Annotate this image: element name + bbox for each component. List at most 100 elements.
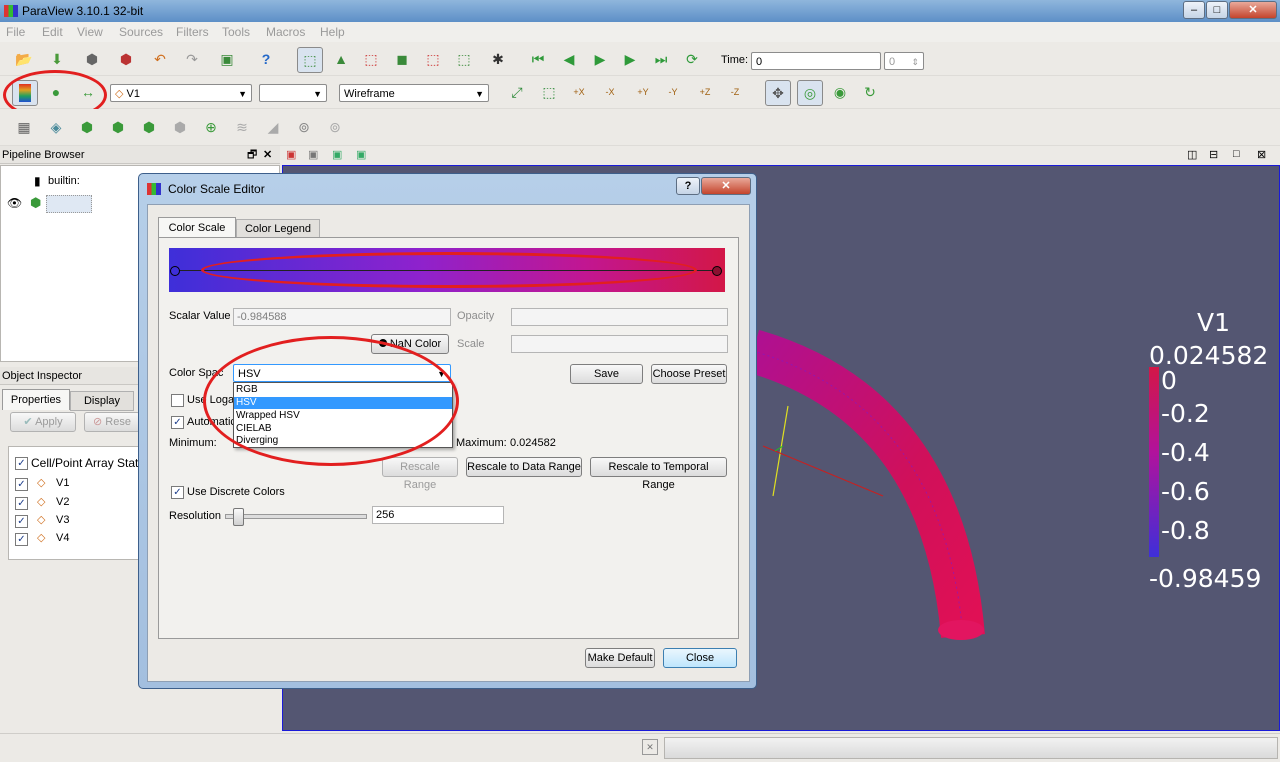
color-gradient-editor[interactable] — [169, 248, 725, 292]
select-cells-icon[interactable]: ⬚ — [359, 47, 383, 71]
array-combo[interactable]: ◇ V1 ▼ — [110, 84, 252, 102]
warp-icon[interactable]: ◢ — [261, 115, 285, 139]
resolution-slider[interactable] — [225, 508, 367, 526]
control-point-min[interactable] — [170, 266, 180, 276]
rescale-data-range-button[interactable]: Rescale to Data Range — [466, 457, 582, 477]
zoom-to-data-icon[interactable]: ⬚ — [537, 80, 561, 104]
array-v3-checkbox[interactable]: ✓ — [15, 515, 28, 528]
calculator-icon[interactable]: ▦ — [12, 115, 36, 139]
automatic-checkbox[interactable]: ✓ — [171, 416, 184, 429]
menu-help[interactable]: Help — [320, 25, 345, 39]
pipeline-item-selected[interactable] — [46, 195, 92, 213]
time-input[interactable]: 0 — [751, 52, 881, 70]
pick-center-icon-2[interactable]: ↻ — [858, 80, 882, 104]
glyph-icon[interactable]: ⊕ — [199, 115, 223, 139]
dialog-close-x-button[interactable]: ✕ — [701, 177, 751, 195]
array-v4-checkbox[interactable]: ✓ — [15, 533, 28, 546]
reset-button[interactable]: ⊘ Rese — [84, 412, 140, 432]
discrete-colors-checkbox[interactable]: ✓ — [171, 486, 184, 499]
connect-icon[interactable]: ⬢ — [80, 47, 104, 71]
disconnect-icon[interactable]: ⬢ — [114, 47, 138, 71]
use-log-checkbox[interactable] — [171, 394, 184, 407]
loop-icon[interactable]: ⟳ — [680, 47, 704, 71]
select-block-icon[interactable]: ⬚ — [452, 47, 476, 71]
menu-view[interactable]: View — [77, 25, 103, 39]
save-data-icon[interactable]: ⬇ — [45, 47, 69, 71]
play-icon[interactable]: ▶ — [588, 47, 612, 71]
menu-tools[interactable]: Tools — [222, 25, 250, 39]
select-surface-icon[interactable]: ◼ — [390, 47, 414, 71]
stream-tracer-icon[interactable]: ≋ — [230, 115, 254, 139]
close-button[interactable]: Close — [663, 648, 737, 668]
eye-icon[interactable]: 👁 — [7, 196, 22, 210]
close-view-icon[interactable]: ⊠ — [1257, 148, 1266, 161]
pick-center-icon[interactable]: ✱ — [486, 47, 510, 71]
view-plus-z-button[interactable]: +Z — [693, 80, 717, 104]
camera-undo-icon[interactable]: ▣ — [215, 47, 239, 71]
pipeline-root[interactable]: builtin: — [48, 175, 80, 187]
extract-subset-icon[interactable]: ⬢ — [168, 115, 192, 139]
threshold-icon[interactable]: ⬢ — [137, 115, 161, 139]
abort-icon[interactable]: ✕ — [642, 739, 658, 755]
resolution-slider-handle[interactable] — [233, 508, 244, 526]
menu-macros[interactable]: Macros — [266, 25, 305, 39]
rescale-temporal-range-button[interactable]: Rescale to Temporal Range — [590, 457, 727, 491]
close-panel-icon[interactable]: ✕ — [263, 146, 272, 164]
select-frustum-icon[interactable]: ⬚ — [421, 47, 445, 71]
open-icon[interactable]: 📂 — [12, 47, 36, 71]
array-header-checkbox[interactable]: ✓ — [15, 457, 28, 470]
scalar-value-field[interactable]: -0.984588 — [233, 308, 451, 326]
representation-combo[interactable]: Wireframe ▼ — [339, 84, 489, 102]
help-icon[interactable]: ? — [254, 47, 278, 71]
tab-display[interactable]: Display — [70, 391, 134, 411]
rescale-range-button[interactable]: Rescale Range — [382, 457, 458, 491]
tab-properties[interactable]: Properties — [2, 389, 70, 410]
save-button[interactable]: Save — [570, 364, 643, 384]
interact-icon[interactable]: ⬚ — [297, 47, 323, 73]
split-vertical-icon[interactable]: ⊟ — [1209, 148, 1218, 161]
make-default-button[interactable]: Make Default — [585, 648, 655, 668]
array-v2-checkbox[interactable]: ✓ — [15, 497, 28, 510]
view-plus-x-button[interactable]: +X — [567, 80, 591, 104]
show-orientation-axes-icon[interactable]: ✥ — [765, 80, 791, 106]
reset-camera-icon[interactable]: ⤢ — [505, 80, 529, 104]
next-frame-icon[interactable]: ▶ — [618, 47, 642, 71]
select-points-icon[interactable]: ▲ — [329, 47, 353, 71]
time-step-spinbox[interactable]: 0 ⇕ — [884, 52, 924, 70]
minimize-button[interactable]: – — [1183, 1, 1205, 19]
contour-icon[interactable]: ◈ — [44, 115, 68, 139]
maximize-view-icon[interactable]: □ — [1233, 148, 1240, 160]
view-minus-x-button[interactable]: -X — [598, 80, 622, 104]
split-horizontal-icon[interactable]: ◫ — [1187, 148, 1197, 161]
camera-icon[interactable]: ▣ — [332, 148, 342, 161]
last-frame-icon[interactable]: ⏭ — [649, 47, 673, 71]
opacity-field[interactable] — [511, 308, 728, 326]
maximize-button[interactable]: □ — [1206, 1, 1228, 19]
undo-icon[interactable]: ↶ — [148, 47, 172, 71]
split-icon[interactable]: ▣ — [286, 148, 296, 161]
clip-icon[interactable]: ⬢ — [75, 115, 99, 139]
redo-icon[interactable]: ↷ — [180, 47, 204, 71]
array-v1-checkbox[interactable]: ✓ — [15, 478, 28, 491]
float-icon[interactable]: 🗗 — [247, 146, 257, 164]
capture-icon[interactable]: ▣ — [308, 148, 318, 161]
dialog-help-button[interactable]: ? — [676, 177, 700, 195]
view-plus-y-button[interactable]: +Y — [631, 80, 655, 104]
menu-filters[interactable]: Filters — [176, 25, 209, 39]
choose-preset-button[interactable]: Choose Preset — [651, 364, 727, 384]
menu-edit[interactable]: Edit — [42, 25, 63, 39]
previous-frame-icon[interactable]: ◀ — [557, 47, 581, 71]
undo-camera-icon[interactable]: ▣ — [356, 148, 366, 161]
resolution-field[interactable]: 256 — [372, 506, 504, 524]
component-combo[interactable]: ▼ — [259, 84, 327, 102]
extract-level-icon[interactable]: ⊚ — [323, 115, 347, 139]
menu-sources[interactable]: Sources — [119, 25, 163, 39]
reset-center-icon[interactable]: ◉ — [828, 80, 852, 104]
view-minus-y-button[interactable]: -Y — [661, 80, 685, 104]
tab-color-scale[interactable]: Color Scale — [158, 217, 236, 239]
menu-file[interactable]: File — [6, 25, 25, 39]
show-center-icon[interactable]: ◎ — [797, 80, 823, 106]
apply-button[interactable]: ✔ Apply — [10, 412, 76, 432]
view-minus-z-button[interactable]: -Z — [723, 80, 747, 104]
close-window-button[interactable]: ✕ — [1229, 1, 1277, 19]
